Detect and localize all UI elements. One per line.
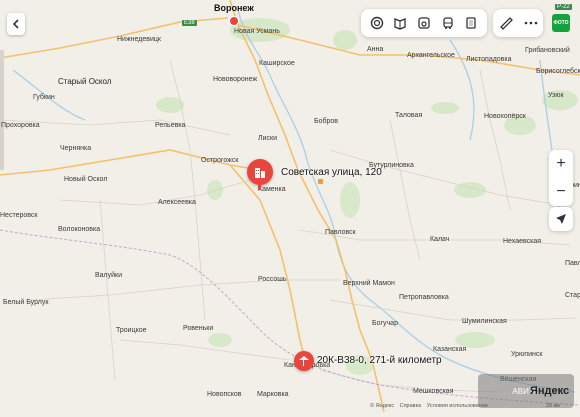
road-marker[interactable]: [294, 351, 314, 371]
help-link[interactable]: Справка: [400, 403, 422, 409]
map-layers-toolbar: [361, 9, 487, 37]
place-label: Листопадовка: [466, 56, 512, 63]
yandex-logo: Яндекс: [530, 385, 570, 397]
place-label: Анна: [367, 46, 384, 53]
place-label: Новохопёрск: [484, 113, 526, 120]
place-label: Волоконовка: [58, 226, 101, 233]
ruler-icon[interactable]: [497, 14, 515, 32]
layers-icon[interactable]: [368, 14, 386, 32]
place-label: Архангельское: [407, 52, 455, 59]
place-label: Мешковская: [413, 388, 454, 395]
geolocation-button[interactable]: [549, 207, 573, 231]
location-arrow-icon: [556, 214, 566, 224]
place-label: Павловск: [325, 229, 356, 236]
place-label: Павлоград: [565, 260, 580, 267]
place-label: Каменка: [258, 186, 286, 193]
place-label: Воронеж: [214, 3, 254, 13]
place-label: Узюк: [548, 92, 564, 99]
place-label: Урюпинск: [511, 351, 543, 358]
place-label: Прохоровка: [1, 122, 40, 129]
place-label: Калач: [430, 236, 450, 243]
place-label: Бобров: [314, 118, 339, 125]
place-label: Губкин: [33, 94, 55, 101]
place-label: Алексеевка: [158, 199, 196, 206]
address-marker[interactable]: [247, 159, 273, 185]
metro-icon[interactable]: [415, 14, 433, 32]
route-label: P-22: [555, 4, 572, 10]
zoom-in-button[interactable]: +: [549, 150, 573, 178]
place-label: Петропавловка: [399, 294, 449, 301]
place-label: Ровеньки: [183, 325, 214, 332]
place-label: Нововоронеж: [213, 76, 258, 83]
marker-tail: [258, 184, 261, 190]
place-label: Нестеровск: [0, 212, 38, 219]
place-label: Старый Оскол: [58, 77, 112, 86]
terms-link[interactable]: Условия использования: [427, 403, 488, 409]
more-icon[interactable]: [522, 14, 540, 32]
ofoto-badge[interactable]: ФОТО: [552, 14, 570, 32]
place-label: Марковка: [257, 391, 289, 398]
place-label: Борисоглебск: [536, 68, 580, 75]
place-label: Белый Бурлук: [3, 299, 49, 306]
place-label: Нижнедевицк: [117, 36, 161, 43]
place-label: Лиски: [258, 135, 277, 142]
left-edge: [0, 50, 4, 170]
building-icon: [255, 168, 265, 178]
place-label: Острогожск: [201, 157, 239, 164]
place-label: Грибановский: [525, 47, 570, 54]
traffic-icon[interactable]: [462, 14, 480, 32]
place-label: Репьевка: [155, 122, 186, 129]
bus-icon[interactable]: [439, 14, 457, 32]
zoom-controls: + −: [549, 150, 573, 206]
place-label: Новый Оскол: [64, 176, 108, 183]
attribution: © Яндекс Справка Условия использования: [370, 403, 492, 409]
copyright-text: © Яндекс: [370, 403, 395, 409]
address-label: Советская улица, 120: [281, 167, 382, 178]
ofoto-text: ФОТО: [553, 20, 569, 26]
place-label: Шумилинская: [462, 318, 507, 325]
place-label: Таловая: [395, 112, 423, 119]
city-dot: [229, 16, 239, 26]
rivers: [12, 9, 576, 393]
road-address-label: 20К-В38-0, 271-й километр: [317, 355, 442, 366]
route-label: E38: [182, 20, 197, 26]
place-label: Каширское: [259, 60, 295, 67]
place-label: Богучар: [372, 320, 398, 327]
forest-areas: [156, 18, 578, 375]
map-canvas[interactable]: Воронеж Нижнедевицк Новая Усмань Старый Оск…: [0, 0, 580, 413]
place-label: Валуйки: [95, 272, 123, 279]
place-label: Верхний Мамон: [343, 280, 395, 287]
place-label: Чернянка: [60, 145, 92, 152]
collapse-panel-button[interactable]: [7, 13, 25, 35]
scale-bar: 20 км: [546, 403, 560, 409]
map-tools-toolbar: [493, 9, 543, 37]
place-label: Россошь: [258, 276, 287, 283]
place-label: Старобельск: [565, 292, 580, 299]
panorama-icon[interactable]: [391, 14, 409, 32]
road-sign-icon: [299, 356, 309, 366]
zoom-out-button[interactable]: −: [549, 178, 573, 206]
place-label: Нехаевская: [503, 238, 542, 245]
place-label: Новая Усмань: [234, 28, 280, 35]
poi-dot: [318, 179, 323, 184]
place-label: Троицкое: [116, 327, 147, 334]
chevron-left-icon: [12, 19, 19, 29]
place-label: Казанская: [433, 346, 467, 353]
place-label: Новопсков: [207, 391, 242, 398]
